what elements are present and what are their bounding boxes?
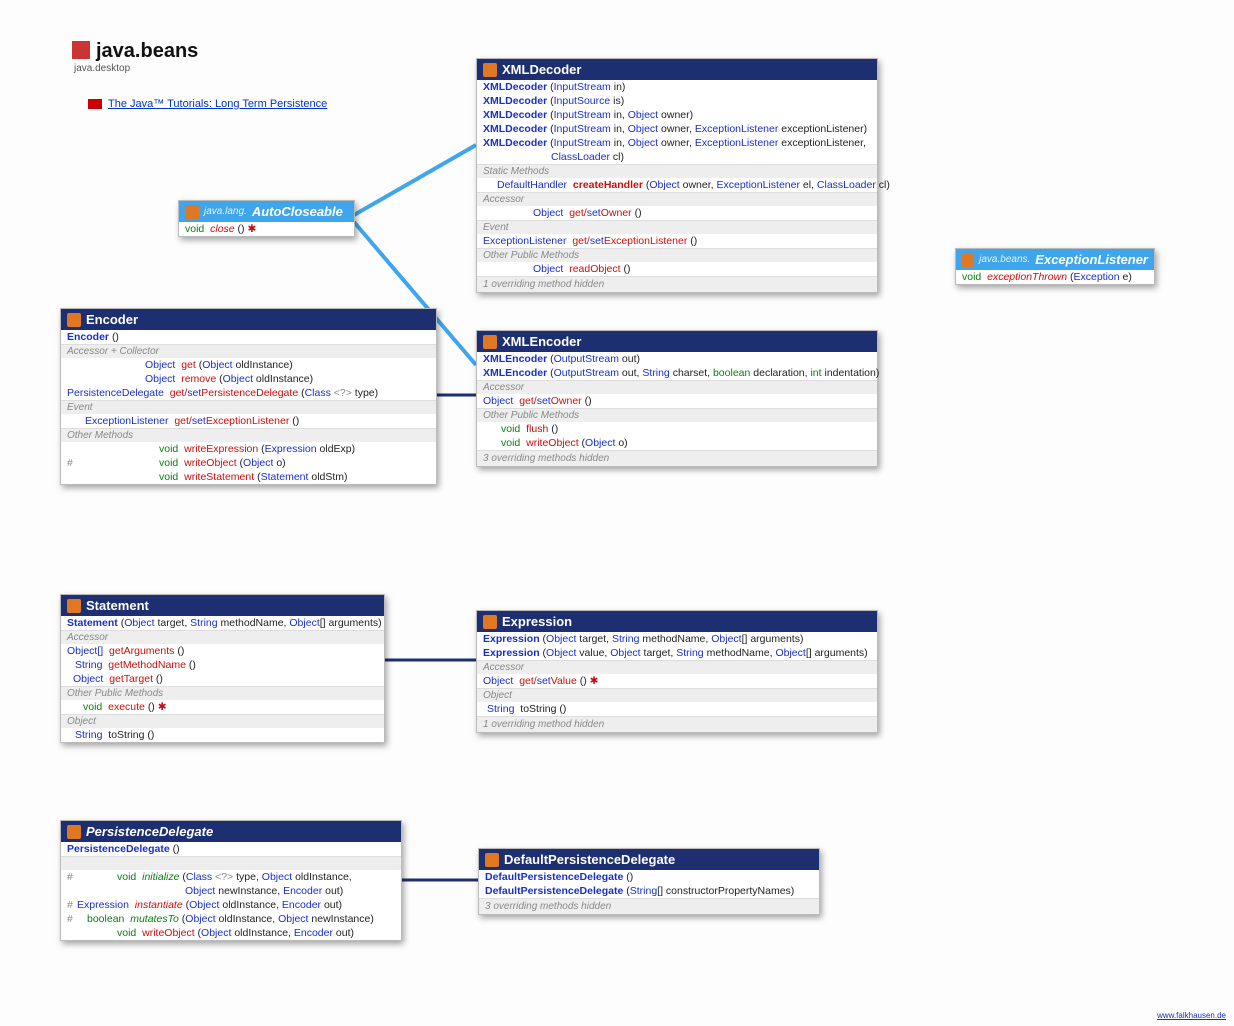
tutorial-link[interactable]: The Java™ Tutorials: Long Term Persisten… [88,98,327,110]
class-xmldecoder: XMLDecoder XMLDecoder (InputStream in) X… [476,58,878,293]
class-persistencedelegate: PersistenceDelegate PersistenceDelegate … [60,820,402,941]
ctor: Expression (Object value, Object target,… [477,646,877,660]
section-label: Static Methods [477,164,877,178]
class-statement: Statement Statement (Object target, Stri… [60,594,385,743]
cup-icon [483,615,497,629]
java-icon [72,41,90,59]
class-header: DefaultPersistenceDelegate [479,849,819,870]
method-instantiate: #Expression instantiate (Object oldInsta… [61,898,401,912]
method-writestatement: void writeStatement (Statement oldStm) [61,470,436,484]
overriding-note: 1 overriding method hidden [477,716,877,732]
section-label: Event [61,400,436,414]
method-getmethodname: String getMethodName () [61,658,384,672]
cup-icon [962,253,974,267]
class-header: Statement [61,595,384,616]
method-writeobject: #void writeObject (Object o) [61,456,436,470]
method-get: Object get (Object oldInstance) [61,358,436,372]
section-label: Accessor [477,192,877,206]
section-label: Object [477,688,877,702]
class-expression: Expression Expression (Object target, St… [476,610,878,733]
section-label: Accessor [61,630,384,644]
section-label: Other Public Methods [477,248,877,262]
method-writeobject: void writeObject (Object o) [477,436,877,450]
section-label: Accessor [477,380,877,394]
cup-icon [485,853,499,867]
method-tostring: String toString () [477,702,877,716]
section-label: Other Methods [61,428,436,442]
method-initialize-cont: Object newInstance, Encoder out) [61,884,401,898]
method-persistencedelegate: PersistenceDelegate get/setPersistenceDe… [61,386,436,400]
ctor: XMLDecoder (InputSource is) [477,94,877,108]
overriding-note: 1 overriding method hidden [477,276,877,292]
oracle-icon [88,99,102,109]
section-label: Object [61,714,384,728]
overriding-note: 3 overriding methods hidden [477,450,877,466]
ctor: Encoder () [61,330,436,344]
section-label: Other Public Methods [61,686,384,700]
method-value: Object get/setValue () ✱ [477,674,877,688]
section-label: Event [477,220,877,234]
method-mutatesto: #boolean mutatesTo (Object oldInstance, … [61,912,401,926]
ctor: Statement (Object target, String methodN… [61,616,384,630]
cup-icon [185,205,199,219]
method-owner: Object get/setOwner () [477,394,877,408]
footer-link[interactable]: www.falkhausen.de [1157,1011,1226,1020]
method-readobject: Object readObject () [477,262,877,276]
section-label: Accessor + Collector [61,344,436,358]
class-xmlencoder: XMLEncoder XMLEncoder (OutputStream out)… [476,330,878,467]
method-writeexpression: void writeExpression (Expression oldExp) [61,442,436,456]
method-exceptionlistener: ExceptionListener get/setExceptionListen… [477,234,877,248]
method-exceptionthrown: void exceptionThrown (Exception e) [956,270,1154,284]
method-execute: void execute () ✱ [61,700,384,714]
cup-icon [67,825,81,839]
class-defaultpersistencedelegate: DefaultPersistenceDelegate DefaultPersis… [478,848,820,915]
ctor: XMLEncoder (OutputStream out, String cha… [477,366,877,380]
ctor: XMLEncoder (OutputStream out) [477,352,877,366]
ctor: DefaultPersistenceDelegate (String[] con… [479,884,819,898]
method-remove: Object remove (Object oldInstance) [61,372,436,386]
ctor: PersistenceDelegate () [61,842,401,856]
method-createhandler: DefaultHandler createHandler (Object own… [477,178,877,192]
module-label: java.desktop [74,63,130,74]
method-flush: void flush () [477,422,877,436]
interface-autocloseable: java.lang.AutoCloseable void close () ✱ [178,200,355,237]
overriding-note: 3 overriding methods hidden [479,898,819,914]
method-gettarget: Object getTarget () [61,672,384,686]
section-label: Other Public Methods [477,408,877,422]
method-exceptionlistener: ExceptionListener get/setExceptionListen… [61,414,436,428]
ctor: XMLDecoder (InputStream in, Object owner… [477,108,877,122]
method-close: void close () ✱ [179,222,354,236]
ctor-cont: ClassLoader cl) [477,150,877,164]
ctor: DefaultPersistenceDelegate () [479,870,819,884]
section-label: Accessor [477,660,877,674]
method-initialize: #void initialize (Class <?> type, Object… [61,870,401,884]
cup-icon [483,63,497,77]
class-encoder: Encoder Encoder () Accessor + Collector … [60,308,437,485]
package-title: java.beans [72,40,198,63]
ctor: XMLDecoder (InputStream in, Object owner… [477,136,877,150]
class-header: PersistenceDelegate [61,821,401,842]
ctor: Expression (Object target, String method… [477,632,877,646]
method-getarguments: Object[] getArguments () [61,644,384,658]
class-header: Expression [477,611,877,632]
method-owner: Object get/setOwner () [477,206,877,220]
ctor: XMLDecoder (InputStream in) [477,80,877,94]
cup-icon [483,335,497,349]
cup-icon [67,313,81,327]
class-header: Encoder [61,309,436,330]
interface-exceptionlistener: java.beans.ExceptionListener void except… [955,248,1155,285]
class-header: java.lang.AutoCloseable [179,201,354,222]
cup-icon [67,599,81,613]
method-tostring: String toString () [61,728,384,742]
method-writeobject: void writeObject (Object oldInstance, En… [61,926,401,940]
class-header: XMLEncoder [477,331,877,352]
ctor: XMLDecoder (InputStream in, Object owner… [477,122,877,136]
section-label [61,856,401,870]
class-header: java.beans.ExceptionListener [956,249,1154,270]
class-header: XMLDecoder [477,59,877,80]
